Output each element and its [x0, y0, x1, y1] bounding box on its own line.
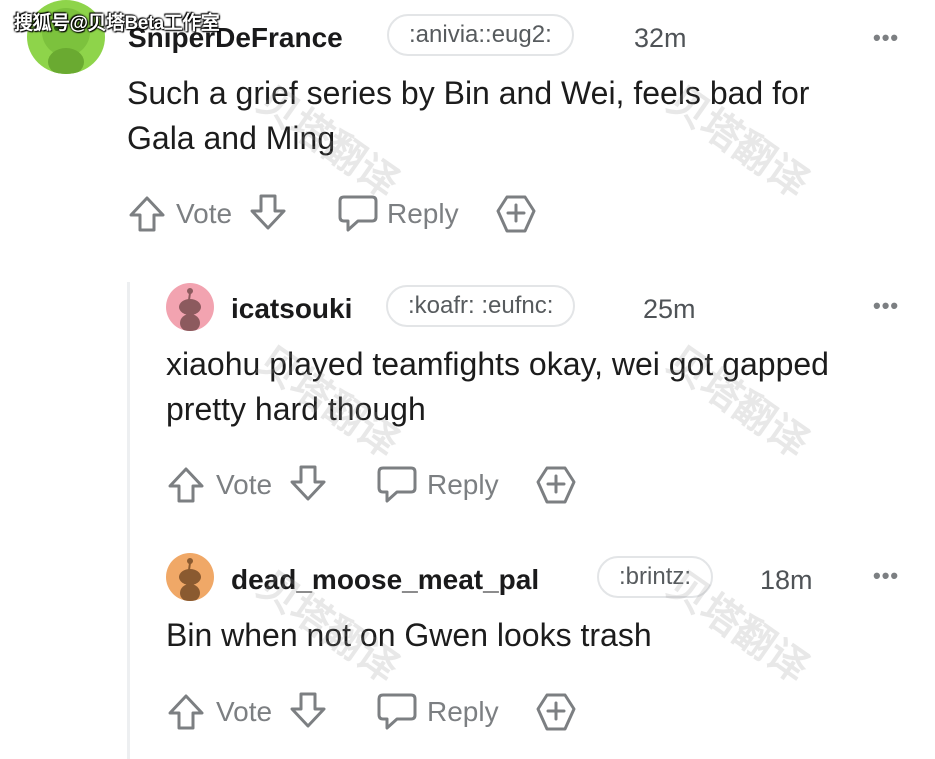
comment-body-line: xiaohu played teamfights okay, wei got g… — [166, 346, 829, 382]
upvote-icon — [168, 467, 204, 503]
reply-icon — [377, 693, 417, 730]
source-watermark: 搜狐号@贝塔Beta工作室 — [14, 13, 220, 34]
user-flair: :koafr: :eufnc: — [386, 285, 576, 327]
user-flair: :brintz: — [597, 556, 714, 598]
reply-button[interactable] — [336, 193, 380, 233]
award-icon — [536, 466, 576, 504]
more-icon[interactable]: ••• — [873, 563, 899, 589]
reply-label[interactable]: Reply — [387, 198, 459, 230]
comment-body: Such a grief series by Bin and Wei, feel… — [127, 71, 917, 161]
downvote-icon — [250, 194, 286, 230]
comment-body-line: Gala and Ming — [127, 120, 336, 156]
more-icon[interactable]: ••• — [873, 293, 899, 319]
comment-body: Bin when not on Gwen looks trash — [166, 613, 926, 658]
upvote-button[interactable] — [166, 465, 206, 505]
vote-label: Vote — [216, 469, 273, 500]
snoo-avatar-icon — [179, 558, 201, 601]
award-button[interactable] — [494, 193, 538, 235]
award-icon — [496, 195, 536, 233]
avatar[interactable] — [166, 553, 214, 601]
comment-body: xiaohu played teamfights okay, wei got g… — [166, 342, 926, 432]
upvote-button[interactable] — [166, 692, 206, 732]
vote-label: Vote — [216, 696, 273, 727]
reply-icon — [338, 195, 378, 232]
reply-button[interactable] — [375, 464, 419, 504]
comment-body-line: Such a grief series by Bin and Wei, feel… — [127, 75, 810, 111]
comment-username[interactable]: icatsouki — [231, 293, 352, 325]
more-icon[interactable]: ••• — [873, 25, 899, 51]
upvote-icon — [168, 694, 204, 730]
downvote-icon — [290, 692, 326, 728]
reply-icon — [377, 466, 417, 503]
comment-username[interactable]: dead_moose_meat_pal — [231, 564, 539, 596]
comment-body-line: pretty hard though — [166, 391, 426, 427]
reply-label[interactable]: Reply — [427, 696, 499, 728]
comment-time: 18m — [760, 565, 813, 595]
award-button[interactable] — [534, 464, 578, 506]
user-flair: :anivia::eug2: — [387, 14, 574, 56]
comment-time: 32m — [634, 23, 687, 53]
snoo-avatar-icon — [179, 288, 201, 331]
downvote-button[interactable] — [288, 690, 328, 730]
downvote-icon — [290, 465, 326, 501]
award-icon — [536, 693, 576, 731]
comment-time: 25m — [643, 294, 696, 324]
downvote-button[interactable] — [248, 192, 288, 232]
thread-line[interactable] — [127, 282, 130, 759]
reply-button[interactable] — [375, 691, 419, 731]
downvote-button[interactable] — [288, 463, 328, 503]
upvote-icon — [129, 196, 165, 232]
comment-body-line: Bin when not on Gwen looks trash — [166, 617, 652, 653]
vote-label: Vote — [176, 198, 233, 229]
upvote-button[interactable] — [127, 194, 167, 234]
award-button[interactable] — [534, 691, 578, 733]
avatar[interactable] — [166, 283, 214, 331]
reply-label[interactable]: Reply — [427, 469, 499, 501]
